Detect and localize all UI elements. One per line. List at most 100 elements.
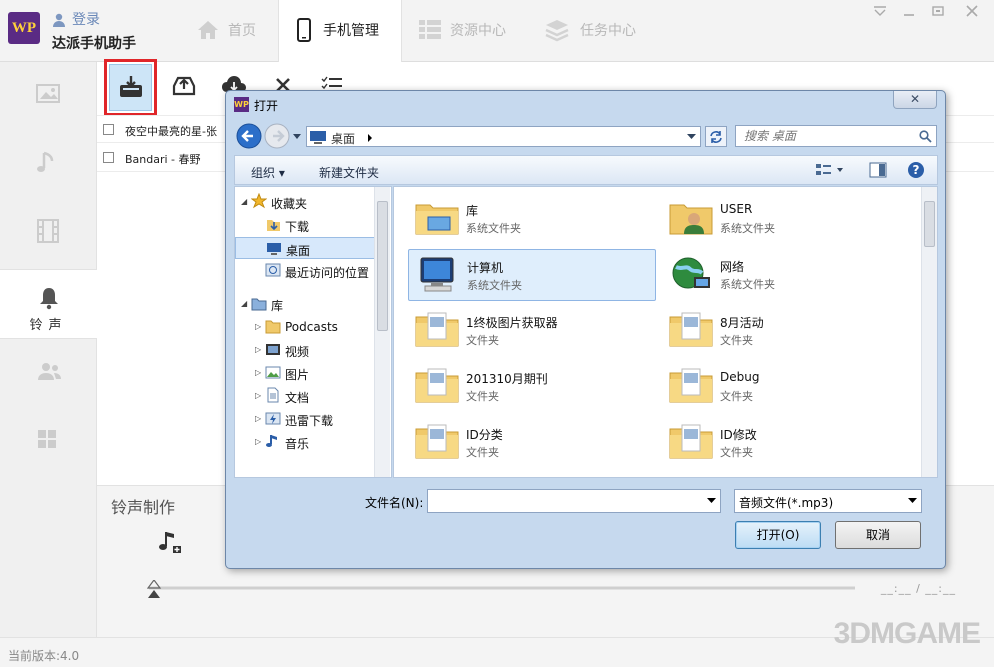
expand-toggle[interactable]: ▷ bbox=[255, 345, 261, 354]
tab-resources[interactable]: 资源中心 bbox=[418, 0, 518, 62]
search-input[interactable] bbox=[736, 126, 906, 146]
help-icon[interactable]: ? bbox=[907, 161, 925, 179]
music-note-icon bbox=[265, 433, 281, 452]
file-item[interactable]: ID修改 文件夹 bbox=[662, 417, 910, 469]
tree-item[interactable]: ◢ 收藏夹 bbox=[235, 191, 375, 213]
trim-slider[interactable] bbox=[147, 580, 859, 606]
app-window: WP 登录 达派手机助手 首页 手机管理 资源中心 任务中心 铃声 夜空中最亮的… bbox=[0, 0, 994, 667]
dialog-close-button[interactable]: ✕ bbox=[893, 91, 937, 109]
folder-icon bbox=[668, 421, 714, 464]
ringtone-title: 铃声制作 bbox=[111, 498, 176, 517]
file-scroll-thumb[interactable] bbox=[924, 201, 935, 247]
tree-item[interactable]: ▷ 音乐 bbox=[235, 431, 375, 453]
tree-scrollbar[interactable] bbox=[374, 187, 390, 477]
tree-item-label: 桌面 bbox=[286, 244, 311, 258]
sidebar-item-ringtones[interactable]: 铃声 bbox=[0, 269, 97, 339]
user-icon bbox=[53, 13, 65, 27]
history-dropdown-icon[interactable] bbox=[292, 133, 302, 141]
sidebar-item-apps[interactable] bbox=[0, 408, 97, 476]
chevron-down-icon[interactable] bbox=[707, 498, 716, 504]
photo-icon bbox=[36, 84, 60, 103]
view-options-icon[interactable] bbox=[815, 163, 845, 177]
preview-pane-icon[interactable] bbox=[869, 162, 887, 178]
expand-toggle[interactable]: ▷ bbox=[255, 368, 261, 377]
login-link[interactable]: 登录 bbox=[52, 9, 100, 29]
back-icon[interactable] bbox=[236, 123, 262, 149]
sidebar-item-video[interactable] bbox=[0, 198, 97, 266]
new-folder-button[interactable]: 新建文件夹 bbox=[319, 164, 379, 181]
open-button[interactable]: 打开(O) bbox=[735, 521, 821, 549]
minimize-icon[interactable] bbox=[901, 4, 917, 18]
tab-home[interactable]: 首页 bbox=[196, 0, 274, 62]
tree-item[interactable]: ▷ Podcasts bbox=[235, 316, 375, 338]
sidebar-item-contacts[interactable] bbox=[0, 340, 97, 408]
file-name: 8月活动 bbox=[720, 316, 764, 330]
cancel-button[interactable]: 取消 bbox=[835, 521, 921, 549]
tab-tasks[interactable]: 任务中心 bbox=[544, 0, 644, 62]
song-checkbox[interactable] bbox=[103, 152, 114, 163]
file-item[interactable]: 1终极图片获取器 文件夹 bbox=[408, 305, 656, 357]
tree-scroll-thumb[interactable] bbox=[377, 201, 388, 331]
refresh-button[interactable] bbox=[705, 126, 727, 147]
close-icon[interactable] bbox=[964, 4, 980, 18]
file-item[interactable]: 库系统文件夹 bbox=[408, 193, 656, 245]
tab-home-label: 首页 bbox=[228, 23, 256, 39]
dropdown-icon[interactable] bbox=[872, 4, 888, 18]
expand-toggle[interactable]: ▷ bbox=[255, 414, 261, 423]
chevron-down-icon[interactable] bbox=[687, 134, 696, 140]
file-item[interactable]: 8月活动 文件夹 bbox=[662, 305, 910, 357]
stack-icon bbox=[545, 20, 569, 42]
tree-item[interactable]: ▷ 迅雷下载 bbox=[235, 408, 375, 430]
tree-item[interactable]: ▷ 视频 bbox=[235, 339, 375, 361]
desktop-icon bbox=[266, 240, 282, 259]
tree-item[interactable]: ◢ 库 bbox=[235, 293, 375, 315]
folder-icon bbox=[668, 365, 714, 408]
tree-item-label: 视频 bbox=[285, 345, 310, 359]
file-item[interactable]: 网络 系统文件夹 bbox=[662, 249, 910, 301]
tree-item[interactable]: ▷ 图片 bbox=[235, 362, 375, 384]
file-name: 201310月期刊 bbox=[466, 372, 548, 386]
file-item[interactable]: USER 系统文件夹 bbox=[662, 193, 910, 245]
tab-phone-management[interactable]: 手机管理 bbox=[278, 0, 402, 63]
search-box[interactable] bbox=[735, 125, 937, 147]
library-icon bbox=[251, 295, 267, 314]
file-type: 系统文件夹 bbox=[466, 222, 521, 235]
file-item[interactable]: 201310月期刊 文件夹 bbox=[408, 361, 656, 413]
address-bar[interactable]: 桌面 bbox=[306, 126, 701, 147]
song-name: 夜空中最亮的星-张 bbox=[125, 125, 217, 138]
organize-menu[interactable]: 组织 ▾ bbox=[251, 164, 285, 181]
add-music-icon[interactable] bbox=[157, 530, 183, 554]
file-type: 文件夹 bbox=[720, 390, 753, 403]
file-item[interactable]: Debug 文件夹 bbox=[662, 361, 910, 413]
login-label: 登录 bbox=[72, 12, 100, 28]
expand-toggle[interactable]: ▷ bbox=[255, 322, 261, 331]
tree-item[interactable]: 下载 bbox=[235, 214, 375, 236]
file-item[interactable]: 计算机 系统文件夹 bbox=[408, 249, 656, 301]
expand-toggle[interactable]: ▷ bbox=[255, 437, 261, 446]
expand-toggle[interactable]: ◢ bbox=[241, 299, 247, 308]
file-list: 库系统文件夹 USER 系统文件夹 计算机 系统文件夹 网络 系统文件夹 1终极图片获取器 文件… bbox=[393, 186, 938, 478]
dialog-app-icon: WP bbox=[234, 97, 249, 112]
song-checkbox[interactable] bbox=[103, 124, 114, 135]
tree-item[interactable]: 桌面 bbox=[235, 237, 375, 259]
expand-toggle[interactable]: ▷ bbox=[255, 391, 261, 400]
forward-icon[interactable] bbox=[264, 123, 290, 149]
filename-input[interactable] bbox=[427, 489, 721, 513]
expand-toggle[interactable]: ◢ bbox=[241, 197, 247, 206]
tree-item[interactable]: ▷ 文档 bbox=[235, 385, 375, 407]
file-scrollbar[interactable] bbox=[921, 187, 937, 477]
file-item[interactable]: ID分类 文件夹 bbox=[408, 417, 656, 469]
export-button[interactable] bbox=[167, 62, 211, 114]
sidebar-item-music[interactable] bbox=[0, 130, 97, 198]
file-name: 计算机 bbox=[467, 261, 504, 275]
file-name: ID分类 bbox=[466, 428, 503, 442]
file-name: Debug bbox=[720, 370, 760, 384]
sidebar-item-photos[interactable] bbox=[0, 62, 97, 130]
filetype-select[interactable]: 音频文件(*.mp3) bbox=[734, 489, 922, 513]
tree-item[interactable]: 最近访问的位置 bbox=[235, 260, 375, 282]
import-button[interactable] bbox=[104, 59, 157, 116]
tree-item-label: 图片 bbox=[285, 368, 310, 382]
file-type: 系统文件夹 bbox=[720, 222, 775, 235]
search-icon[interactable] bbox=[919, 130, 932, 143]
restore-icon[interactable] bbox=[930, 4, 946, 18]
